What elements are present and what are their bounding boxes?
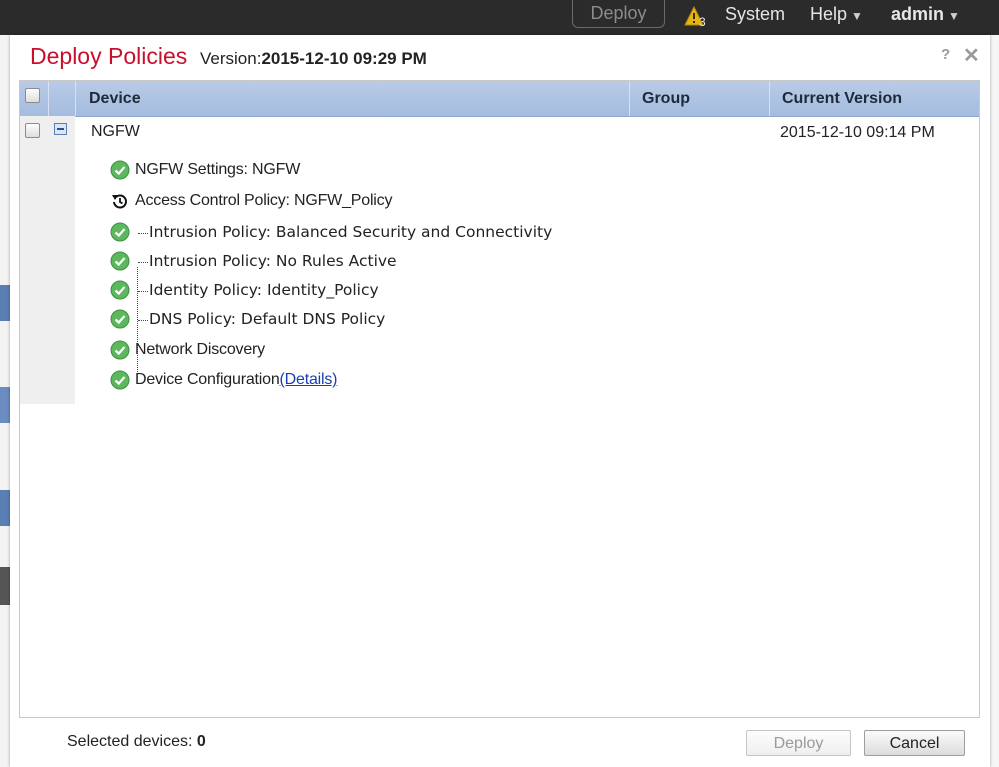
tree-branch: [138, 291, 148, 292]
dialog-title: Deploy Policies: [30, 43, 188, 69]
background-block: [0, 387, 10, 423]
tree-branch: [138, 262, 148, 263]
alert-count-badge: 3: [699, 15, 706, 29]
row-rail: [20, 116, 75, 404]
tree-item-label: Intrusion Policy: Balanced Security and …: [149, 223, 553, 241]
tree-branch: [138, 233, 148, 234]
column-header-group[interactable]: Group: [642, 81, 690, 116]
device-name[interactable]: NGFW: [91, 123, 140, 141]
background-page-left: [0, 35, 10, 767]
selected-devices-count: 0: [196, 733, 206, 750]
check-circle-icon: [110, 370, 130, 390]
system-menu[interactable]: System: [725, 4, 785, 25]
top-navigation-bar: Deploy 3 System Help ▼ admin ▼: [0, 0, 999, 35]
cancel-button[interactable]: Cancel: [864, 730, 965, 756]
version-value: 2015-12-10 09:29 PM: [261, 49, 427, 68]
version-label: Version:: [200, 49, 262, 68]
help-icon[interactable]: ?: [941, 46, 950, 63]
column-divider: [769, 81, 770, 116]
details-link[interactable]: (Details): [280, 371, 338, 388]
history-icon: [112, 194, 127, 209]
device-table: Device Group Current Version NGFW 2015-1…: [19, 80, 980, 718]
user-menu[interactable]: admin ▼: [891, 4, 960, 25]
tree-item-label: Network Discovery: [135, 341, 265, 358]
help-menu[interactable]: Help ▼: [810, 4, 863, 25]
deploy-button[interactable]: Deploy: [746, 730, 851, 756]
deploy-policies-dialog: Deploy Policies Version:2015-12-10 09:29…: [10, 35, 990, 767]
top-deploy-button[interactable]: Deploy: [572, 0, 665, 28]
background-block: [0, 490, 10, 526]
column-divider: [629, 81, 630, 116]
column-divider: [48, 81, 49, 116]
column-header-current-version[interactable]: Current Version: [782, 81, 902, 116]
tree-item-label: Access Control Policy: NGFW_Policy: [135, 192, 393, 209]
user-menu-label: admin: [891, 4, 945, 24]
selected-devices-label: Selected devices:: [67, 733, 197, 750]
background-block: [0, 285, 10, 321]
check-circle-icon: [110, 251, 130, 271]
table-header: Device Group Current Version: [20, 81, 979, 117]
device-current-version: 2015-12-10 09:14 PM: [780, 124, 935, 141]
chevron-down-icon: ▼: [948, 9, 960, 23]
background-page-right: [990, 35, 999, 767]
check-circle-icon: [110, 222, 130, 242]
selected-devices-status: Selected devices: 0: [67, 733, 206, 751]
device-checkbox[interactable]: [25, 123, 40, 138]
tree-item-label: DNS Policy: Default DNS Policy: [149, 310, 386, 328]
column-header-device[interactable]: Device: [89, 81, 141, 116]
chevron-down-icon: ▼: [851, 9, 863, 23]
tree-item-label: Intrusion Policy: No Rules Active: [149, 252, 397, 270]
warning-triangle-icon[interactable]: [684, 6, 710, 28]
tree-item-label: Identity Policy: Identity_Policy: [149, 281, 379, 299]
check-circle-icon: [110, 280, 130, 300]
background-block: [0, 567, 10, 605]
check-circle-icon: [110, 160, 130, 180]
check-circle-icon: [110, 309, 130, 329]
version-info: Version:2015-12-10 09:29 PM: [200, 49, 427, 69]
tree-item-label: Device Configuration: [135, 371, 280, 388]
select-all-checkbox[interactable]: [25, 88, 40, 103]
close-icon[interactable]: ✕: [963, 43, 980, 68]
collapse-icon[interactable]: [54, 123, 67, 135]
column-divider: [75, 81, 76, 116]
tree-branch: [138, 320, 148, 321]
tree-item-label: NGFW Settings: NGFW: [135, 161, 301, 178]
help-menu-label: Help: [810, 4, 848, 24]
check-circle-icon: [110, 340, 130, 360]
